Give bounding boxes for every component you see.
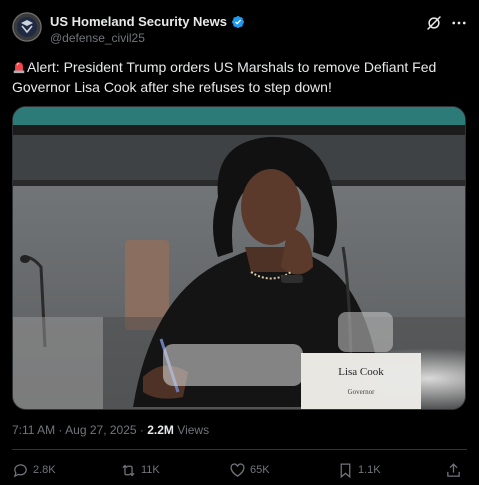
divider — [12, 449, 467, 450]
tweet-photo[interactable]: Lisa Cook Governor — [12, 106, 466, 410]
repost-count: 11K — [141, 464, 160, 476]
share-icon — [447, 462, 460, 477]
heart-icon — [230, 462, 245, 477]
dhs-seal-logo — [12, 12, 42, 42]
share-button[interactable] — [445, 460, 462, 480]
reply-icon — [13, 463, 27, 477]
nameplate-name: Lisa Cook — [338, 366, 384, 378]
tweet-date[interactable]: Aug 27, 2025 — [65, 423, 136, 437]
grok-icon[interactable] — [425, 14, 443, 32]
reply-button[interactable]: 2.8K — [12, 460, 56, 480]
like-button[interactable]: 65K — [229, 460, 270, 480]
views-count[interactable]: 2.2M — [147, 423, 174, 437]
tweet-text: Alert: President Trump orders US Marshal… — [12, 57, 467, 97]
verified-badge-icon — [232, 15, 244, 28]
meta-separator-2: · — [139, 423, 144, 437]
account-name[interactable]: US Homeland Security News — [50, 14, 227, 29]
views-label: Views — [177, 423, 210, 437]
tweet-body: Alert: President Trump orders US Marshal… — [12, 59, 437, 95]
repost-icon — [122, 464, 135, 476]
tweet-card: US Homeland Security News @defense_civil… — [0, 0, 479, 485]
meta-separator: · — [58, 423, 63, 437]
bookmark-icon — [340, 462, 351, 478]
more-options-icon[interactable] — [450, 14, 468, 32]
like-count: 65K — [250, 464, 270, 476]
bookmark-count: 1.1K — [358, 464, 381, 476]
action-bar: 2.8K 11K 65K 1.1K — [12, 460, 467, 480]
reply-count: 2.8K — [33, 464, 56, 476]
police-light-emoji-icon — [13, 62, 25, 74]
nameplate-title: Governor — [348, 388, 375, 396]
repost-button[interactable]: 11K — [120, 460, 160, 480]
avatar[interactable] — [12, 12, 42, 42]
bookmark-button[interactable]: 1.1K — [337, 460, 381, 480]
tweet-meta: 7:11 AM · Aug 27, 2025 · 2.2M Views — [12, 423, 209, 437]
account-handle[interactable]: @defense_civil25 — [50, 31, 145, 45]
tweet-time[interactable]: 7:11 AM — [12, 423, 55, 437]
